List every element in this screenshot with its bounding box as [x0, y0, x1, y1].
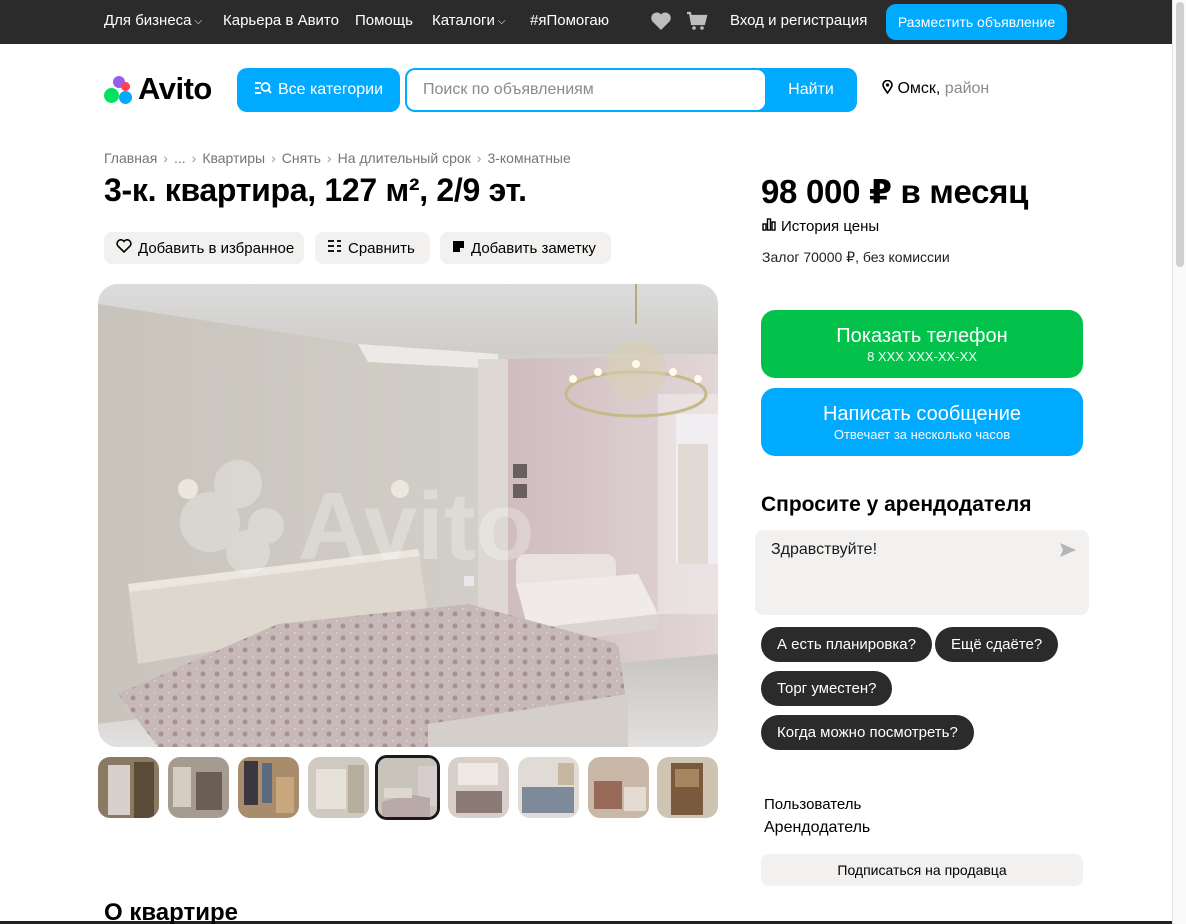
- price-history-label: История цены: [781, 218, 880, 235]
- seller-name[interactable]: Пользователь: [764, 796, 861, 813]
- help-link[interactable]: Помощь: [355, 12, 413, 29]
- breadcrumb-item[interactable]: 3-комнатные: [487, 150, 570, 166]
- logo-wordmark: Avito: [138, 71, 212, 106]
- help-hashtag-link[interactable]: #яПомогаю: [530, 12, 609, 29]
- note-icon: [452, 240, 465, 257]
- all-categories-label: Все категории: [277, 81, 384, 98]
- quick-question-chip[interactable]: Торг уместен?: [761, 671, 893, 706]
- business-menu-label: Для бизнеса: [104, 12, 192, 29]
- location-pin-icon: [882, 79, 897, 97]
- breadcrumb-separator-icon: ›: [476, 150, 482, 166]
- bar-chart-icon: [762, 218, 776, 235]
- breadcrumb-separator-icon: ›: [326, 150, 332, 166]
- page-scrollbar[interactable]: [1172, 0, 1186, 924]
- photo-thumbnail[interactable]: [518, 757, 579, 818]
- quick-question-chip[interactable]: Ещё сдаёте?: [935, 627, 1059, 662]
- compare-label: Сравнить: [348, 239, 415, 257]
- add-to-favorites-label: Добавить в избранное: [138, 239, 295, 257]
- main-listing-photo[interactable]: Avito: [98, 284, 718, 747]
- breadcrumb-item[interactable]: Главная: [104, 150, 157, 166]
- cart-icon[interactable]: [686, 11, 708, 35]
- add-to-favorites-button[interactable]: Добавить в избранное: [104, 232, 304, 264]
- photo-thumbnail[interactable]: [238, 757, 299, 818]
- all-categories-button[interactable]: Все категории: [237, 68, 400, 112]
- photo-thumbnail[interactable]: [448, 757, 509, 818]
- breadcrumb-item[interactable]: На длительный срок: [338, 150, 471, 166]
- breadcrumb-separator-icon: ›: [163, 150, 168, 166]
- add-note-label: Добавить заметку: [471, 239, 596, 257]
- chevron-down-icon: ⌵: [497, 16, 506, 27]
- favorites-heart-icon[interactable]: [650, 11, 672, 35]
- photo-thumbnail[interactable]: [98, 757, 159, 818]
- send-icon[interactable]: [1059, 542, 1077, 563]
- chevron-down-icon: ⌵: [194, 16, 203, 27]
- breadcrumb-separator-icon: ›: [271, 150, 276, 166]
- photo-thumbnail[interactable]: [657, 757, 718, 818]
- listing-price: 98 000 ₽ в месяц: [761, 173, 1029, 210]
- subscribe-to-seller-button[interactable]: Подписаться на продавца: [761, 854, 1083, 886]
- avito-logo[interactable]: Avito: [104, 71, 212, 106]
- write-message-label: Написать сообщение: [822, 402, 1021, 425]
- ask-message-field[interactable]: Здравствуйте!: [755, 530, 1089, 615]
- catalogs-menu-label: Каталоги: [432, 12, 495, 29]
- breadcrumb-item[interactable]: Квартиры: [202, 150, 265, 166]
- breadcrumb: Главная › ... › Квартиры › Снять › На длител…: [104, 150, 571, 166]
- about-apartment-heading: О квартире: [104, 899, 238, 924]
- ask-landlord-heading: Спросите у арендодателя: [761, 493, 1032, 516]
- show-phone-button[interactable]: Показать телефон 8 XXX XXX-XX-XX: [761, 310, 1083, 378]
- breadcrumb-separator-icon: ›: [191, 150, 197, 166]
- logo-dots-icon: [104, 74, 136, 104]
- quick-question-chip[interactable]: Когда можно посмотреть?: [761, 715, 974, 750]
- deposit-info: Залог 70000 ₽, без комиссии: [762, 249, 950, 265]
- heart-outline-icon: [116, 239, 132, 257]
- top-navigation-bar: Для бизнеса ⌵ Карьера в Авито Помощь Ката…: [0, 0, 1172, 44]
- city-name: Омск,: [897, 80, 941, 97]
- breadcrumb-item[interactable]: ...: [174, 150, 186, 166]
- ask-message-text[interactable]: Здравствуйте!: [771, 541, 877, 559]
- breadcrumb-item[interactable]: Снять: [282, 150, 321, 166]
- business-menu[interactable]: Для бизнеса ⌵: [104, 12, 202, 29]
- career-link[interactable]: Карьера в Авито: [223, 12, 339, 29]
- location-selector[interactable]: Омск, район: [882, 79, 989, 98]
- photo-watermark: Avito: [298, 473, 534, 580]
- add-note-button[interactable]: Добавить заметку: [440, 232, 611, 264]
- compare-icon: [327, 239, 342, 257]
- photo-thumbnail[interactable]: [588, 757, 649, 818]
- quick-question-chip[interactable]: А есть планировка?: [761, 627, 932, 662]
- price-history-link[interactable]: История цены: [762, 218, 879, 235]
- photo-thumbnail-active[interactable]: [375, 755, 440, 820]
- district-link[interactable]: район: [945, 80, 989, 97]
- search-input[interactable]: [407, 70, 765, 110]
- seller-role: Арендодатель: [764, 819, 871, 836]
- show-phone-label: Показать телефон: [836, 324, 1008, 347]
- categories-search-icon: [254, 81, 272, 100]
- post-ad-button[interactable]: Разместить объявление: [886, 4, 1067, 40]
- scrollbar-thumb[interactable]: [1176, 2, 1184, 267]
- search-bar: Найти: [405, 68, 857, 112]
- masked-phone-number: 8 XXX XXX-XX-XX: [867, 348, 977, 364]
- search-button[interactable]: Найти: [765, 68, 857, 112]
- write-message-button[interactable]: Написать сообщение Отвечает за несколько…: [761, 388, 1083, 456]
- listing-title: 3-к. квартира, 127 м², 2/9 эт.: [104, 172, 527, 208]
- photo-thumbnail[interactable]: [308, 757, 369, 818]
- catalogs-menu[interactable]: Каталоги ⌵: [432, 12, 506, 29]
- response-time-text: Отвечает за несколько часов: [833, 426, 1011, 442]
- login-link[interactable]: Вход и регистрация: [730, 12, 867, 29]
- compare-button[interactable]: Сравнить: [315, 232, 430, 264]
- photo-thumbnail[interactable]: [168, 757, 229, 818]
